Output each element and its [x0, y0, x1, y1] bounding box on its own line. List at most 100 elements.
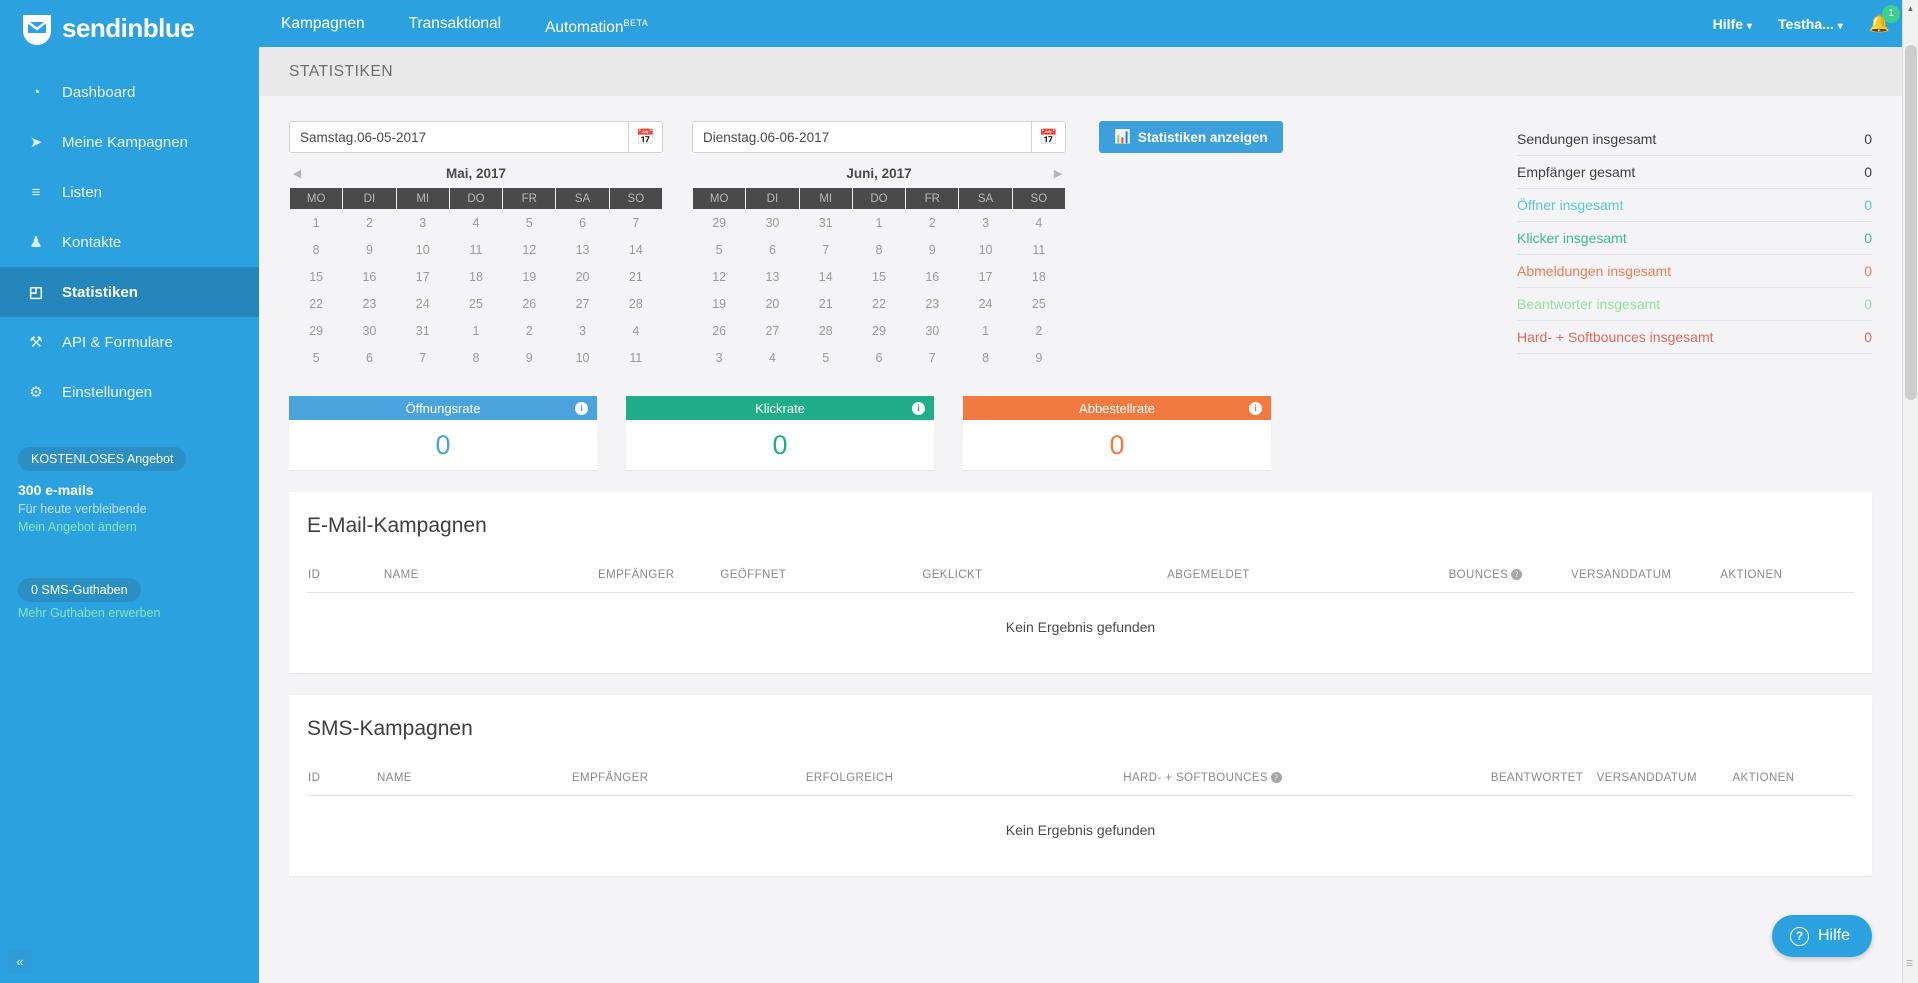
calendar-day-cell[interactable]: 26 — [691, 317, 747, 345]
calendar-day-cell[interactable]: 17 — [958, 263, 1013, 291]
calendar-day-cell[interactable]: 21 — [608, 263, 664, 291]
start-calendar-button[interactable]: 📅 — [628, 122, 662, 152]
calendar-day-cell[interactable]: 8 — [851, 236, 907, 264]
calendar-day-cell[interactable]: 4 — [745, 344, 800, 372]
calendar-day-cell[interactable]: 28 — [798, 317, 853, 345]
calendar-day-cell[interactable]: 2 — [905, 209, 960, 237]
calendar-day-cell[interactable]: 14 — [608, 236, 664, 264]
calendar-day-cell[interactable]: 26 — [502, 290, 557, 318]
calendar-day-cell[interactable]: 7 — [798, 236, 853, 264]
brand-logo[interactable]: sendinblue — [0, 0, 259, 57]
calendar-day-cell[interactable]: 4 — [448, 209, 504, 237]
calendar-day-cell[interactable]: 6 — [851, 344, 907, 372]
calendar-day-cell[interactable]: 5 — [798, 344, 853, 372]
calendar-day-cell[interactable]: 12 — [691, 263, 747, 291]
calendar-day-cell[interactable]: 5 — [691, 236, 747, 264]
calendar-day-cell[interactable]: 12 — [502, 236, 557, 264]
calendar-day-cell[interactable]: 18 — [1011, 263, 1067, 291]
calendar-day-cell[interactable]: 2 — [342, 209, 397, 237]
calendar-day-cell[interactable]: 25 — [1011, 290, 1067, 318]
calendar-day-cell[interactable]: 4 — [1011, 209, 1067, 237]
calendar-day-cell[interactable]: 10 — [395, 236, 450, 264]
page-scrollbar[interactable]: ▲ ☰ — [1902, 0, 1918, 983]
calendar-day-cell[interactable]: 11 — [1011, 236, 1067, 264]
sidebar-collapse-button[interactable]: « — [8, 949, 32, 973]
calendar-day-cell[interactable]: 1 — [448, 317, 504, 345]
calendar-day-cell[interactable]: 7 — [608, 209, 664, 237]
calendar-day-cell[interactable]: 27 — [745, 317, 800, 345]
calendar-day-cell[interactable]: 23 — [905, 290, 960, 318]
calendar-day-cell[interactable]: 10 — [958, 236, 1013, 264]
calendar-day-cell[interactable]: 25 — [448, 290, 504, 318]
info-icon[interactable]: i — [1249, 401, 1262, 415]
help-widget-button[interactable]: ? Hilfe — [1771, 915, 1872, 957]
calendar-day-cell[interactable]: 19 — [691, 290, 747, 318]
sidebar-item-dashboard[interactable]: ◔ Dashboard — [0, 67, 259, 117]
calendar-day-cell[interactable]: 2 — [1011, 317, 1067, 345]
calendar-day-cell[interactable]: 7 — [395, 344, 450, 372]
calendar-day-cell[interactable]: 24 — [958, 290, 1013, 318]
calendar-day-cell[interactable]: 5 — [502, 209, 557, 237]
sidebar-item-meine-kampagnen[interactable]: ➤ Meine Kampagnen — [0, 117, 259, 167]
calendar-day-cell[interactable]: 3 — [691, 344, 747, 372]
calendar-day-cell[interactable]: 4 — [608, 317, 664, 345]
question-circle-icon[interactable]: ? — [1511, 569, 1523, 580]
account-menu[interactable]: Testha... ▾ — [1778, 16, 1843, 32]
calendar-day-cell[interactable]: 16 — [342, 263, 397, 291]
calendar-day-cell[interactable]: 19 — [502, 263, 557, 291]
scroll-up-button[interactable]: ▲ — [1903, 0, 1918, 16]
calendar-day-cell[interactable]: 2 — [502, 317, 557, 345]
calendar-day-cell[interactable]: 14 — [798, 263, 853, 291]
sidebar-item-einstellungen[interactable]: ⚙ Einstellungen — [0, 367, 259, 417]
change-plan-link[interactable]: Mein Angebot ändern — [18, 520, 259, 534]
calendar-day-cell[interactable]: 6 — [555, 209, 610, 237]
calendar-day-cell[interactable]: 3 — [395, 209, 450, 237]
question-circle-icon[interactable]: ? — [1270, 772, 1282, 783]
help-menu[interactable]: Hilfe ▾ — [1713, 16, 1752, 32]
calendar-day-cell[interactable]: 17 — [395, 263, 450, 291]
calendar-day-cell[interactable]: 24 — [395, 290, 450, 318]
calendar-day-cell[interactable]: 8 — [448, 344, 504, 372]
calendar-day-cell[interactable]: 29 — [851, 317, 907, 345]
calendar-day-cell[interactable]: 6 — [745, 236, 800, 264]
calendar-day-cell[interactable]: 15 — [851, 263, 907, 291]
calendar-day-cell[interactable]: 20 — [555, 263, 610, 291]
calendar-day-cell[interactable]: 22 — [288, 290, 344, 318]
buy-credit-link[interactable]: Mehr Guthaben erwerben — [18, 606, 259, 620]
calendar-day-cell[interactable]: 13 — [555, 236, 610, 264]
next-month-button[interactable]: ▶ — [1050, 167, 1066, 180]
calendar-day-cell[interactable]: 27 — [555, 290, 610, 318]
calendar-day-cell[interactable]: 1 — [958, 317, 1013, 345]
calendar-day-cell[interactable]: 11 — [608, 344, 664, 372]
info-icon[interactable]: i — [912, 401, 925, 415]
info-icon[interactable]: i — [575, 401, 588, 415]
sidebar-item-statistiken[interactable]: ◰ Statistiken — [0, 267, 259, 317]
show-statistics-button[interactable]: 📊 Statistiken anzeigen — [1099, 121, 1283, 153]
end-calendar-button[interactable]: 📅 — [1031, 122, 1065, 152]
calendar-day-cell[interactable]: 1 — [851, 209, 907, 237]
calendar-day-cell[interactable]: 20 — [745, 290, 800, 318]
calendar-day-cell[interactable]: 3 — [958, 209, 1013, 237]
calendar-day-cell[interactable]: 23 — [342, 290, 397, 318]
tab-kampagnen[interactable]: Kampagnen — [259, 0, 387, 47]
calendar-day-cell[interactable]: 8 — [288, 236, 344, 264]
notifications-button[interactable]: 🔔 1 — [1869, 4, 1900, 34]
calendar-day-cell[interactable]: 5 — [288, 344, 344, 372]
prev-month-button[interactable]: ◀ — [289, 167, 305, 180]
calendar-day-cell[interactable]: 16 — [905, 263, 960, 291]
calendar-day-cell[interactable]: 31 — [395, 317, 450, 345]
calendar-day-cell[interactable]: 18 — [448, 263, 504, 291]
calendar-day-cell[interactable]: 30 — [342, 317, 397, 345]
calendar-day-cell[interactable]: 21 — [798, 290, 853, 318]
tab-transaktional[interactable]: Transaktional — [387, 0, 523, 47]
sidebar-item-api-formulare[interactable]: ⚒ API & Formulare — [0, 317, 259, 367]
calendar-day-cell[interactable]: 30 — [745, 209, 800, 237]
calendar-day-cell[interactable]: 3 — [555, 317, 610, 345]
calendar-day-cell[interactable]: 6 — [342, 344, 397, 372]
calendar-day-cell[interactable]: 30 — [905, 317, 960, 345]
calendar-day-cell[interactable]: 31 — [798, 209, 853, 237]
calendar-day-cell[interactable]: 11 — [448, 236, 504, 264]
sidebar-item-kontakte[interactable]: ♟ Kontakte — [0, 217, 259, 267]
calendar-day-cell[interactable]: 9 — [905, 236, 960, 264]
end-date-input[interactable] — [693, 122, 1031, 152]
